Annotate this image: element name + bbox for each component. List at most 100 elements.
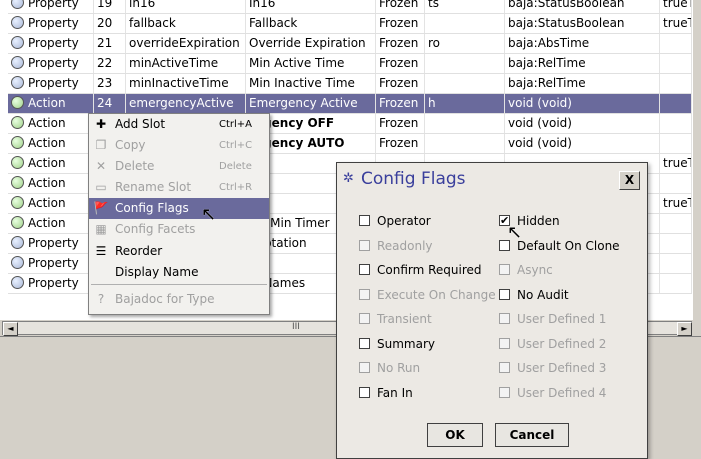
flag-operator[interactable]: Operator: [355, 210, 493, 232]
flag-label: No Run: [377, 361, 421, 375]
cell-type: Action: [8, 114, 94, 133]
menu-item-display-name[interactable]: Display Name: [89, 262, 269, 283]
flag-summary[interactable]: Summary: [355, 333, 493, 355]
table-row[interactable]: Property 22 minActiveTime Min Active Time Fr…: [8, 54, 692, 74]
cell-name: minInactiveTime: [126, 74, 246, 93]
flag-confirm-required[interactable]: Confirm Required: [355, 259, 493, 281]
property-icon: [11, 76, 24, 89]
vertical-scrollbar[interactable]: [693, 0, 701, 335]
property-icon: [11, 276, 24, 289]
cancel-button[interactable]: Cancel: [495, 423, 569, 447]
cell-type: Action: [8, 194, 94, 213]
cell-idx: 22: [94, 54, 126, 73]
cell-type: Property: [8, 14, 94, 33]
cell-text: Frozen: [379, 136, 419, 150]
close-icon: X: [624, 173, 635, 187]
cell-text: baja:RelTime: [508, 76, 586, 90]
checkbox[interactable]: [359, 264, 370, 275]
flag-user-defined-1: User Defined 1: [495, 308, 617, 330]
cell-text: ts: [428, 0, 439, 10]
menu-item-label: Bajadoc for Type: [115, 292, 215, 306]
cell-display: Min Active Time: [246, 54, 376, 73]
flag-fan-in[interactable]: Fan In: [355, 382, 493, 404]
cell-type: Property: [8, 234, 94, 253]
menu-item-reorder[interactable]: ☰ Reorder: [89, 241, 269, 262]
cell-type: Action: [8, 174, 94, 193]
cell-facets: [660, 234, 692, 253]
menu-item-shortcut: Ctrl+A: [219, 119, 253, 130]
table-row[interactable]: Property 20 fallback Fallback Frozen baja:Sta…: [8, 14, 692, 34]
menu-item-shortcut: Ctrl+C: [219, 140, 253, 151]
flag-label: Execute On Change: [377, 287, 496, 302]
menu-item-label: Reorder: [115, 244, 163, 258]
property-icon: [11, 236, 24, 249]
flag-no-audit[interactable]: No Audit: [495, 284, 617, 306]
cell-state: Frozen: [376, 14, 425, 33]
table-row[interactable]: Action 24 emergencyActive Emergency Active F…: [8, 94, 692, 114]
cell-state: Frozen: [376, 134, 425, 153]
table-row[interactable]: Property 23 minInactiveTime Min Inactive Ti…: [8, 74, 692, 94]
cell-flags: ts: [425, 0, 505, 13]
cell-display: In16: [246, 0, 376, 13]
close-button[interactable]: X: [619, 171, 640, 190]
checkbox[interactable]: [359, 215, 370, 226]
reorder-icon: ☰: [95, 244, 107, 258]
flag-label: Confirm Required: [377, 263, 482, 277]
cell-text: Fallback: [249, 16, 298, 30]
action-icon: [11, 96, 24, 109]
config-flags-icon: 🚩: [93, 201, 109, 215]
menu-item-rename-slot[interactable]: ▭ Rename Slot Ctrl+R: [89, 177, 269, 198]
cell-text: trueT: [663, 16, 692, 30]
cell-type: Property: [8, 54, 94, 73]
cell-text: 22: [97, 56, 113, 70]
flag-user-defined-2: User Defined 2: [495, 333, 617, 355]
cell-text: trueT: [663, 196, 692, 210]
property-icon: [11, 56, 24, 69]
cell-text: in16: [129, 0, 156, 10]
menu-item-bajadoc-for-type[interactable]: ? Bajadoc for Type: [89, 289, 269, 310]
checkbox[interactable]: [359, 386, 370, 398]
cell-text: Frozen: [379, 116, 419, 130]
dialog-title-bar[interactable]: ✲ Config Flags X: [337, 163, 647, 197]
flag-label: Default On Clone: [517, 238, 620, 253]
flag-label: User Defined 4: [517, 385, 607, 400]
checkbox: [359, 313, 370, 324]
cell-text: Min Active Time: [249, 56, 345, 70]
cell-type: Action: [8, 134, 94, 153]
cell-text: minActiveTime: [129, 56, 219, 70]
checkbox[interactable]: [359, 337, 370, 349]
scroll-left-button[interactable]: ◄: [3, 322, 18, 336]
action-icon: [11, 196, 24, 209]
cell-facets: trueT: [660, 154, 692, 173]
menu-item-config-facets[interactable]: ▦ Config Facets: [89, 219, 269, 240]
menu-item-config-flags[interactable]: 🚩 Config Flags: [89, 198, 269, 219]
table-row[interactable]: Property 21 overrideExpiration Override Exp…: [8, 34, 692, 54]
cell-state: Frozen: [376, 54, 425, 73]
scroll-right-button[interactable]: ►: [677, 322, 692, 336]
cell-flags: h: [425, 94, 505, 113]
cell-facets: [660, 214, 692, 233]
menu-item-copy[interactable]: ❐ Copy Ctrl+C: [89, 135, 269, 156]
cell-text: baja:StatusBoolean: [508, 0, 625, 10]
menu-item-delete[interactable]: ✕ Delete Delete: [89, 156, 269, 177]
cell-text: void (void): [508, 116, 572, 130]
scroll-thumb-grip[interactable]: III: [292, 322, 300, 332]
cell-facets: [660, 134, 692, 153]
cell-facets: trueT: [660, 0, 692, 13]
cell-text: Frozen: [379, 0, 419, 10]
copy-icon: ❐: [95, 138, 107, 152]
menu-item-label: Display Name: [115, 265, 199, 279]
menu-item-add-slot[interactable]: ✚ Add Slot Ctrl+A: [89, 114, 269, 135]
config-flags-dialog: ✲ Config Flags X Operator Readonly Confirm…: [336, 162, 648, 459]
cell-text: Property: [28, 76, 79, 90]
menu-item-label: Copy: [115, 138, 146, 152]
delete-icon: ✕: [95, 159, 107, 173]
cell-type: Property: [8, 254, 94, 273]
cell-facets: [660, 174, 692, 193]
cell-state: Frozen: [376, 34, 425, 53]
ok-button[interactable]: OK: [427, 423, 483, 447]
cell-type: Property: [8, 274, 94, 293]
table-row[interactable]: Property 19 in16 In16 Frozen ts baja:StatusBoo…: [8, 0, 692, 14]
cell-name: minActiveTime: [126, 54, 246, 73]
checkbox[interactable]: [499, 288, 510, 300]
